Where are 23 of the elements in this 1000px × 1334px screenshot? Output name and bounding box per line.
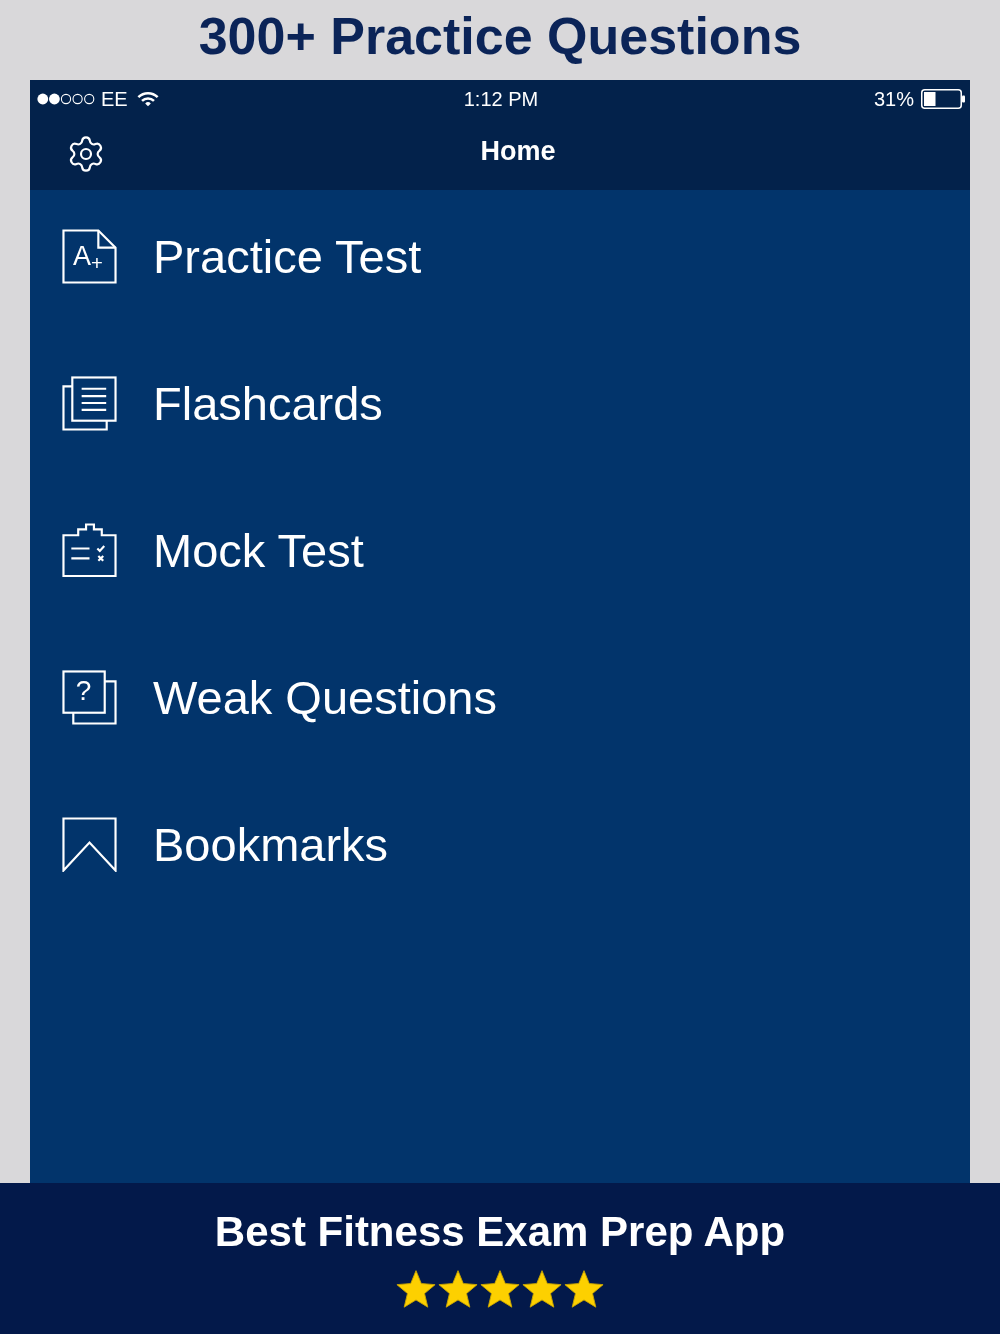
signal-strength-icon bbox=[37, 93, 95, 105]
menu-item[interactable]: Bookmarks bbox=[62, 816, 393, 872]
battery-icon bbox=[921, 89, 965, 109]
menu-item[interactable]: Flashcards bbox=[62, 375, 387, 431]
star-icon bbox=[480, 1269, 520, 1309]
graded-document-icon: A$_{+}$ bbox=[62, 228, 117, 284]
star-icon bbox=[438, 1269, 478, 1309]
star-icon bbox=[564, 1269, 604, 1309]
stacked-pages-icon bbox=[62, 375, 117, 431]
headline: 300+ Practice Questions bbox=[198, 10, 802, 62]
screen-title: Home bbox=[480, 137, 556, 168]
wifi-icon bbox=[136, 91, 159, 107]
star-icon bbox=[396, 1269, 436, 1309]
menu-item[interactable]: ? Weak Questions bbox=[62, 669, 501, 725]
carrier-name: EE bbox=[101, 89, 128, 109]
menu-item[interactable]: Mock Test bbox=[62, 522, 368, 578]
status-time: 1:12 PM bbox=[463, 89, 539, 109]
clipboard-icon bbox=[62, 522, 117, 578]
star-icon bbox=[522, 1269, 562, 1309]
battery-percentage: 31% bbox=[873, 89, 914, 109]
menu-item[interactable]: A$_{+}$ Practice Test bbox=[62, 228, 426, 284]
banner-title: Best Fitness Exam Prep App bbox=[214, 1207, 786, 1257]
bookmark-icon bbox=[62, 816, 117, 872]
